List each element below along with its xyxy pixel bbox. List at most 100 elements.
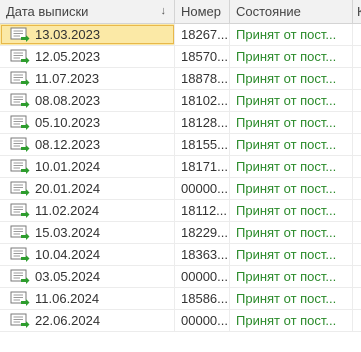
- document-received-icon: [10, 291, 30, 307]
- cell-state[interactable]: Принят от пост...: [230, 24, 353, 45]
- cell-date-text: 08.12.2023: [35, 137, 101, 152]
- cell-state[interactable]: Принят от пост...: [230, 90, 353, 111]
- table-row[interactable]: 08.08.2023 18102... Принят от пост...: [0, 90, 361, 112]
- table-row[interactable]: 11.07.2023 18878... Принят от пост...: [0, 68, 361, 90]
- table-row[interactable]: 10.04.2024 18363... Принят от пост...: [0, 244, 361, 266]
- cell-extra[interactable]: [353, 288, 361, 309]
- cell-extra[interactable]: [353, 156, 361, 177]
- cell-number[interactable]: 18171...: [175, 156, 230, 177]
- cell-number[interactable]: 18586...: [175, 288, 230, 309]
- cell-date[interactable]: 08.12.2023: [0, 134, 175, 155]
- table-row[interactable]: 13.03.2023 18267... Принят от пост...: [0, 24, 361, 46]
- document-received-icon: [10, 93, 30, 109]
- table-row[interactable]: 11.06.2024 18586... Принят от пост...: [0, 288, 361, 310]
- column-header-state[interactable]: Состояние: [230, 0, 353, 23]
- document-received-icon: [10, 269, 30, 285]
- cell-state[interactable]: Принят от пост...: [230, 244, 353, 265]
- cell-state[interactable]: Принят от пост...: [230, 200, 353, 221]
- cell-number[interactable]: 00000...: [175, 178, 230, 199]
- table-row[interactable]: 15.03.2024 18229... Принят от пост...: [0, 222, 361, 244]
- cell-date-text: 11.06.2024: [35, 291, 100, 306]
- table-row[interactable]: 20.01.2024 00000... Принят от пост...: [0, 178, 361, 200]
- cell-number[interactable]: 18102...: [175, 90, 230, 111]
- cell-date[interactable]: 20.01.2024: [0, 178, 175, 199]
- document-received-icon: [10, 27, 30, 43]
- cell-number[interactable]: 18363...: [175, 244, 230, 265]
- column-header-date-label: Дата выписки: [6, 4, 89, 19]
- cell-state[interactable]: Принят от пост...: [230, 310, 353, 331]
- cell-number[interactable]: 18155...: [175, 134, 230, 155]
- cell-date-text: 15.03.2024: [35, 225, 101, 240]
- cell-number[interactable]: 18267...: [175, 24, 230, 45]
- column-header-date[interactable]: Дата выписки ↓: [0, 0, 175, 23]
- cell-state[interactable]: Принят от пост...: [230, 288, 353, 309]
- cell-extra[interactable]: [353, 134, 361, 155]
- cell-number[interactable]: 00000...: [175, 310, 230, 331]
- cell-extra[interactable]: [353, 178, 361, 199]
- cell-date-text: 12.05.2023: [35, 49, 101, 64]
- cell-state[interactable]: Принят от пост...: [230, 134, 353, 155]
- cell-date[interactable]: 15.03.2024: [0, 222, 175, 243]
- table-body: 13.03.2023 18267... Принят от пост... 12.05…: [0, 24, 361, 332]
- cell-number[interactable]: 18878...: [175, 68, 230, 89]
- cell-extra[interactable]: [353, 244, 361, 265]
- cell-state[interactable]: Принят от пост...: [230, 46, 353, 67]
- table-row[interactable]: 22.06.2024 00000... Принят от пост...: [0, 310, 361, 332]
- cell-date-text: 10.04.2024: [35, 247, 101, 262]
- cell-date[interactable]: 11.07.2023: [0, 68, 175, 89]
- cell-number[interactable]: 18112...: [175, 200, 230, 221]
- table-row[interactable]: 11.02.2024 18112... Принят от пост...: [0, 200, 361, 222]
- document-received-icon: [10, 247, 30, 263]
- cell-date[interactable]: 11.02.2024: [0, 200, 175, 221]
- cell-extra[interactable]: [353, 222, 361, 243]
- document-received-icon: [10, 181, 30, 197]
- table-row[interactable]: 10.01.2024 18171... Принят от пост...: [0, 156, 361, 178]
- table-row[interactable]: 05.10.2023 18128... Принят от пост...: [0, 112, 361, 134]
- cell-state[interactable]: Принят от пост...: [230, 266, 353, 287]
- cell-date-text: 11.07.2023: [35, 71, 100, 86]
- cell-extra[interactable]: [353, 112, 361, 133]
- cell-extra[interactable]: [353, 24, 361, 45]
- column-header-number[interactable]: Номер: [175, 0, 230, 23]
- cell-number[interactable]: 00000...: [175, 266, 230, 287]
- cell-state[interactable]: Принят от пост...: [230, 68, 353, 89]
- cell-number[interactable]: 18229...: [175, 222, 230, 243]
- cell-date-text: 10.01.2024: [35, 159, 101, 174]
- cell-extra[interactable]: [353, 46, 361, 67]
- cell-date[interactable]: 22.06.2024: [0, 310, 175, 331]
- document-received-icon: [10, 159, 30, 175]
- cell-extra[interactable]: [353, 266, 361, 287]
- cell-date-text: 11.02.2024: [35, 203, 100, 218]
- column-header-extra[interactable]: К: [353, 0, 361, 23]
- table-header: Дата выписки ↓ Номер Состояние К: [0, 0, 361, 24]
- cell-date[interactable]: 10.01.2024: [0, 156, 175, 177]
- cell-number[interactable]: 18570...: [175, 46, 230, 67]
- document-received-icon: [10, 203, 30, 219]
- cell-state[interactable]: Принят от пост...: [230, 178, 353, 199]
- table-row[interactable]: 12.05.2023 18570... Принят от пост...: [0, 46, 361, 68]
- table-row[interactable]: 08.12.2023 18155... Принят от пост...: [0, 134, 361, 156]
- cell-date-text: 03.05.2024: [35, 269, 101, 284]
- table-row[interactable]: 03.05.2024 00000... Принят от пост...: [0, 266, 361, 288]
- cell-date[interactable]: 08.08.2023: [0, 90, 175, 111]
- cell-date[interactable]: 10.04.2024: [0, 244, 175, 265]
- cell-extra[interactable]: [353, 310, 361, 331]
- statements-table: Дата выписки ↓ Номер Состояние К 13.03.2…: [0, 0, 361, 352]
- cell-extra[interactable]: [353, 68, 361, 89]
- cell-date[interactable]: 13.03.2023: [0, 24, 175, 45]
- cell-state[interactable]: Принят от пост...: [230, 156, 353, 177]
- cell-state[interactable]: Принят от пост...: [230, 112, 353, 133]
- cell-date-text: 13.03.2023: [35, 27, 101, 42]
- cell-extra[interactable]: [353, 200, 361, 221]
- cell-date-text: 05.10.2023: [35, 115, 101, 130]
- cell-number[interactable]: 18128...: [175, 112, 230, 133]
- cell-extra[interactable]: [353, 90, 361, 111]
- cell-state[interactable]: Принят от пост...: [230, 222, 353, 243]
- cell-date[interactable]: 05.10.2023: [0, 112, 175, 133]
- document-received-icon: [10, 225, 30, 241]
- cell-date[interactable]: 03.05.2024: [0, 266, 175, 287]
- cell-date[interactable]: 12.05.2023: [0, 46, 175, 67]
- document-received-icon: [10, 137, 30, 153]
- cell-date[interactable]: 11.06.2024: [0, 288, 175, 309]
- sort-descending-icon: ↓: [160, 5, 167, 17]
